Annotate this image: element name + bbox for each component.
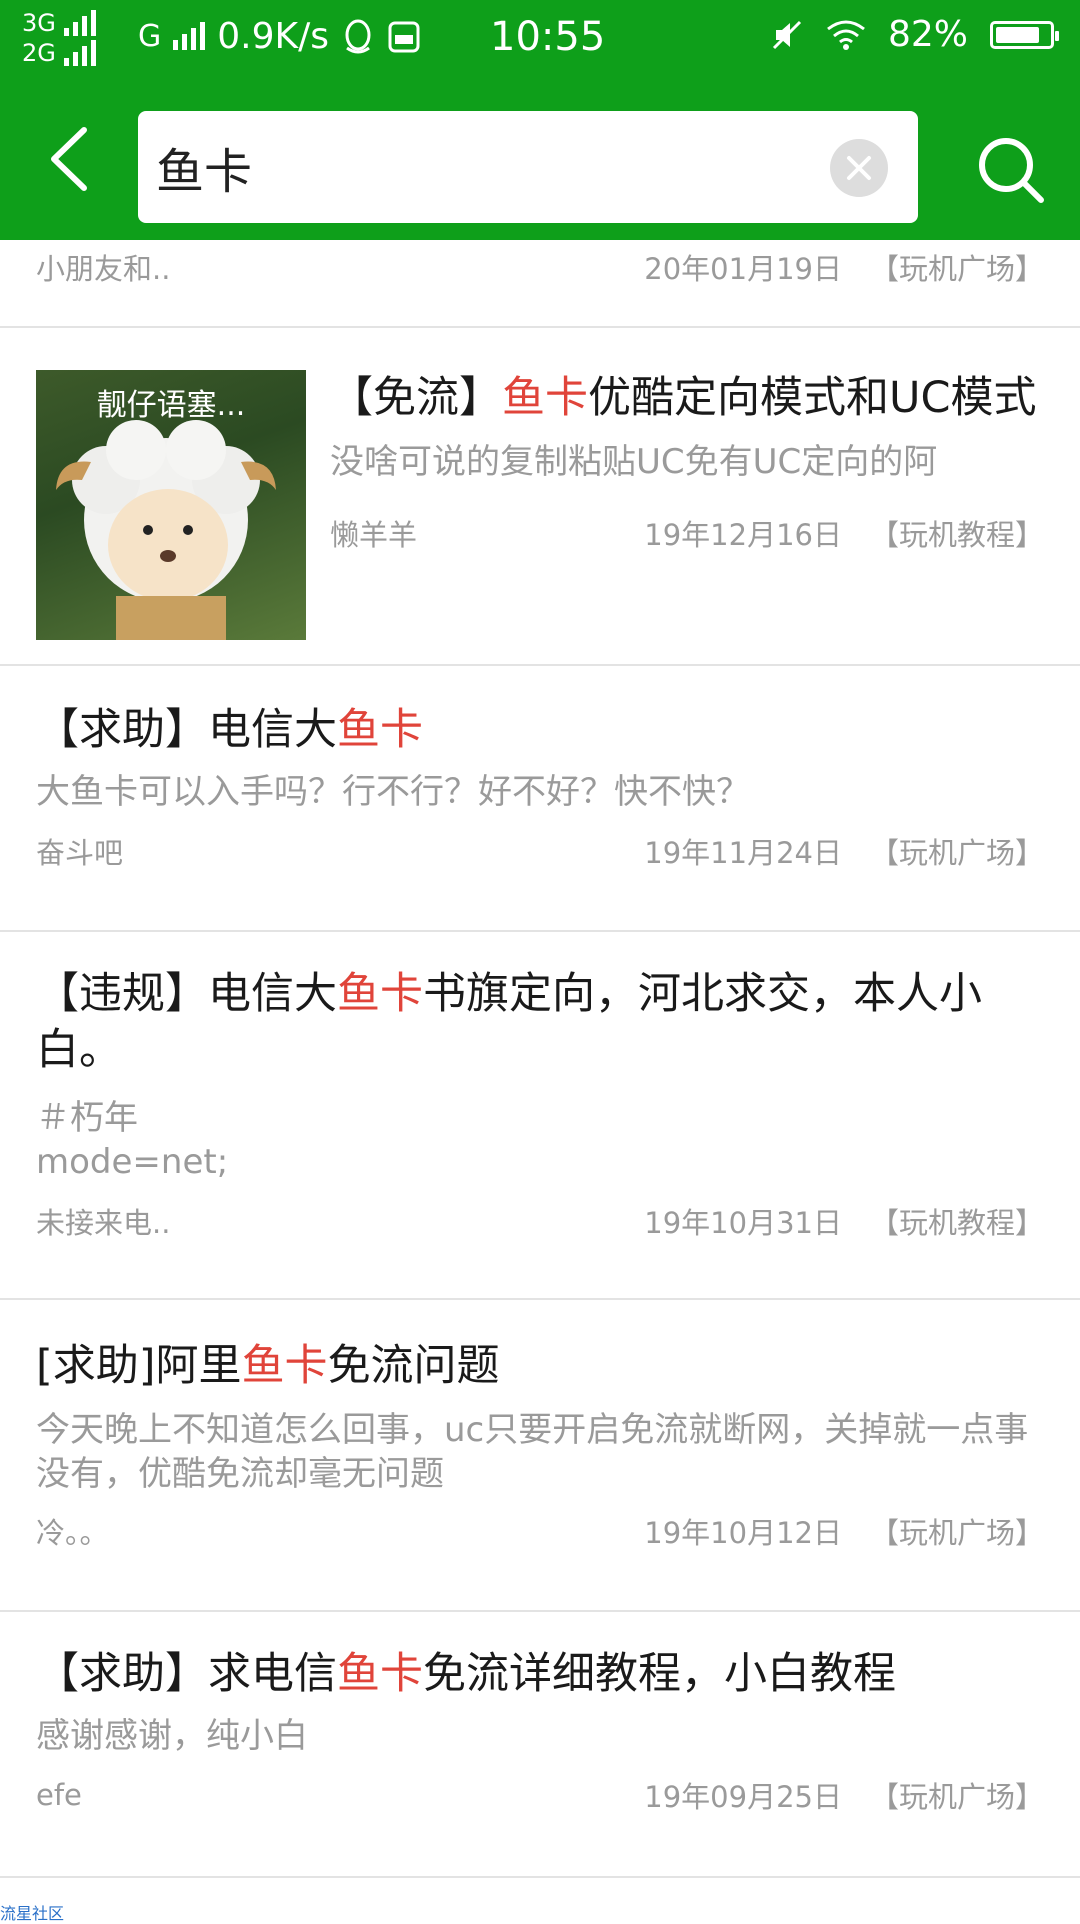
item-category: 【玩机教程】	[869, 518, 1044, 552]
list-item[interactable]: 【违规】电信大鱼卡书旗定向，河北求交，本人小白。 ＃朽年 mode=net; 未…	[0, 932, 1080, 1298]
network-indicator: 3G 2G	[22, 8, 96, 68]
item-thumbnail: 靓仔语塞...	[36, 370, 306, 640]
mute-icon	[772, 20, 802, 49]
clear-button[interactable]	[830, 139, 888, 197]
net1-label: 3G	[22, 9, 56, 37]
description-line: ＃朽年	[36, 1098, 138, 1138]
item-title: 【违规】电信大鱼卡书旗定向，河北求交，本人小白。	[36, 969, 982, 1075]
status-bar: 3G 2G G 0.9K/s 10:55 82%	[0, 0, 1080, 76]
item-date: 19年12月16日	[644, 518, 842, 552]
item-author: efe	[36, 1778, 82, 1812]
divider	[0, 1876, 1080, 1878]
battery-icon	[990, 20, 1059, 49]
signal-icon	[173, 21, 206, 50]
item-meta: efe 19年09月25日 【玩机广场】	[36, 1774, 1044, 1816]
item-category: 【玩机广场】	[869, 252, 1044, 286]
item-description: 今天晚上不知道怎么回事，uc只要开启免流就断网，关掉就一点事没有，优酷免流却毫无…	[36, 1410, 1029, 1494]
item-meta: 未接来电.. 19年10月31日 【玩机教程】	[36, 1200, 1044, 1242]
item-meta: 小朋友和.. 20年01月19日 【玩机广场】	[36, 240, 1044, 288]
item-description: 感谢感谢，纯小白	[36, 1716, 308, 1756]
search-input[interactable]	[156, 133, 796, 201]
item-title: 【求助】求电信鱼卡免流详细教程，小白教程	[36, 1649, 896, 1699]
signal-icon	[63, 40, 96, 66]
carrier-g-label: G	[138, 19, 162, 54]
speed-label: 0.9K/s	[217, 16, 329, 57]
item-meta: 懒羊羊 19年12月16日 【玩机教程】	[330, 512, 1044, 554]
wifi-icon	[827, 20, 865, 50]
item-title: 【免流】鱼卡优酷定向模式和UC模式	[330, 373, 1037, 423]
item-date: 19年09月25日	[644, 1780, 842, 1814]
item-author: 未接来电..	[36, 1206, 171, 1240]
item-category: 【玩机广场】	[869, 836, 1044, 870]
item-author: 懒羊羊	[330, 518, 418, 552]
item-title: [求助]阿里鱼卡免流问题	[36, 1341, 500, 1391]
watermark: 流星社区	[0, 1904, 65, 1923]
search-box[interactable]	[138, 111, 918, 223]
item-title: 【求助】电信大鱼卡	[36, 705, 423, 755]
battery-percent: 82%	[887, 14, 968, 55]
clear-icon	[847, 156, 871, 180]
signal-icon	[63, 10, 96, 36]
search-header	[0, 76, 1080, 240]
vivo-icon	[388, 21, 420, 52]
qq-icon	[345, 19, 371, 53]
sheep-avatar-image	[56, 420, 276, 640]
item-category: 【玩机广场】	[869, 1780, 1044, 1814]
item-category: 【玩机广场】	[869, 1516, 1044, 1550]
item-date: 19年10月12日	[644, 1516, 842, 1550]
list-item[interactable]: 【求助】求电信鱼卡免流详细教程，小白教程 感谢感谢，纯小白 efe 19年09月…	[0, 1612, 1080, 1876]
item-date: 20年01月19日	[644, 252, 842, 286]
item-author: 小朋友和..	[36, 252, 171, 286]
item-date: 19年10月31日	[644, 1206, 842, 1240]
net2-label: 2G	[22, 39, 56, 67]
list-item[interactable]: 靓仔语塞... 【免流】鱼卡优酷定向模式和UC模式 没啥可说的复制粘贴UC免有U…	[0, 328, 1080, 664]
item-author: 冷。。	[36, 1516, 109, 1550]
item-description: ＃朽年 mode=net;	[36, 1096, 1044, 1184]
description-line: mode=net;	[36, 1142, 229, 1182]
item-category: 【玩机教程】	[869, 1206, 1044, 1240]
clock: 10:55	[490, 14, 606, 60]
list-item[interactable]: [求助]阿里鱼卡免流问题 今天晚上不知道怎么回事，uc只要开启免流就断网，关掉就…	[0, 1300, 1080, 1610]
list-item[interactable]: 小朋友和.. 20年01月19日 【玩机广场】	[0, 240, 1080, 326]
item-meta: 冷。。 19年10月12日 【玩机广场】	[36, 1510, 1044, 1552]
search-button[interactable]	[975, 134, 1047, 206]
item-author: 奋斗吧	[36, 836, 124, 870]
back-button[interactable]	[44, 124, 100, 194]
item-description: 没啥可说的复制粘贴UC免有UC定向的阿	[330, 442, 938, 482]
item-date: 19年11月24日	[644, 836, 842, 870]
results-list: 小朋友和.. 20年01月19日 【玩机广场】 靓仔语塞... 【免流】鱼卡优酷定…	[0, 240, 1080, 1878]
item-description: 大鱼卡可以入手吗？行不行？好不好？快不快？	[36, 772, 750, 812]
item-meta: 奋斗吧 19年11月24日 【玩机广场】	[36, 830, 1044, 872]
list-item[interactable]: 【求助】电信大鱼卡 大鱼卡可以入手吗？行不行？好不好？快不快？ 奋斗吧 19年1…	[0, 666, 1080, 930]
battery-level	[996, 26, 1039, 43]
